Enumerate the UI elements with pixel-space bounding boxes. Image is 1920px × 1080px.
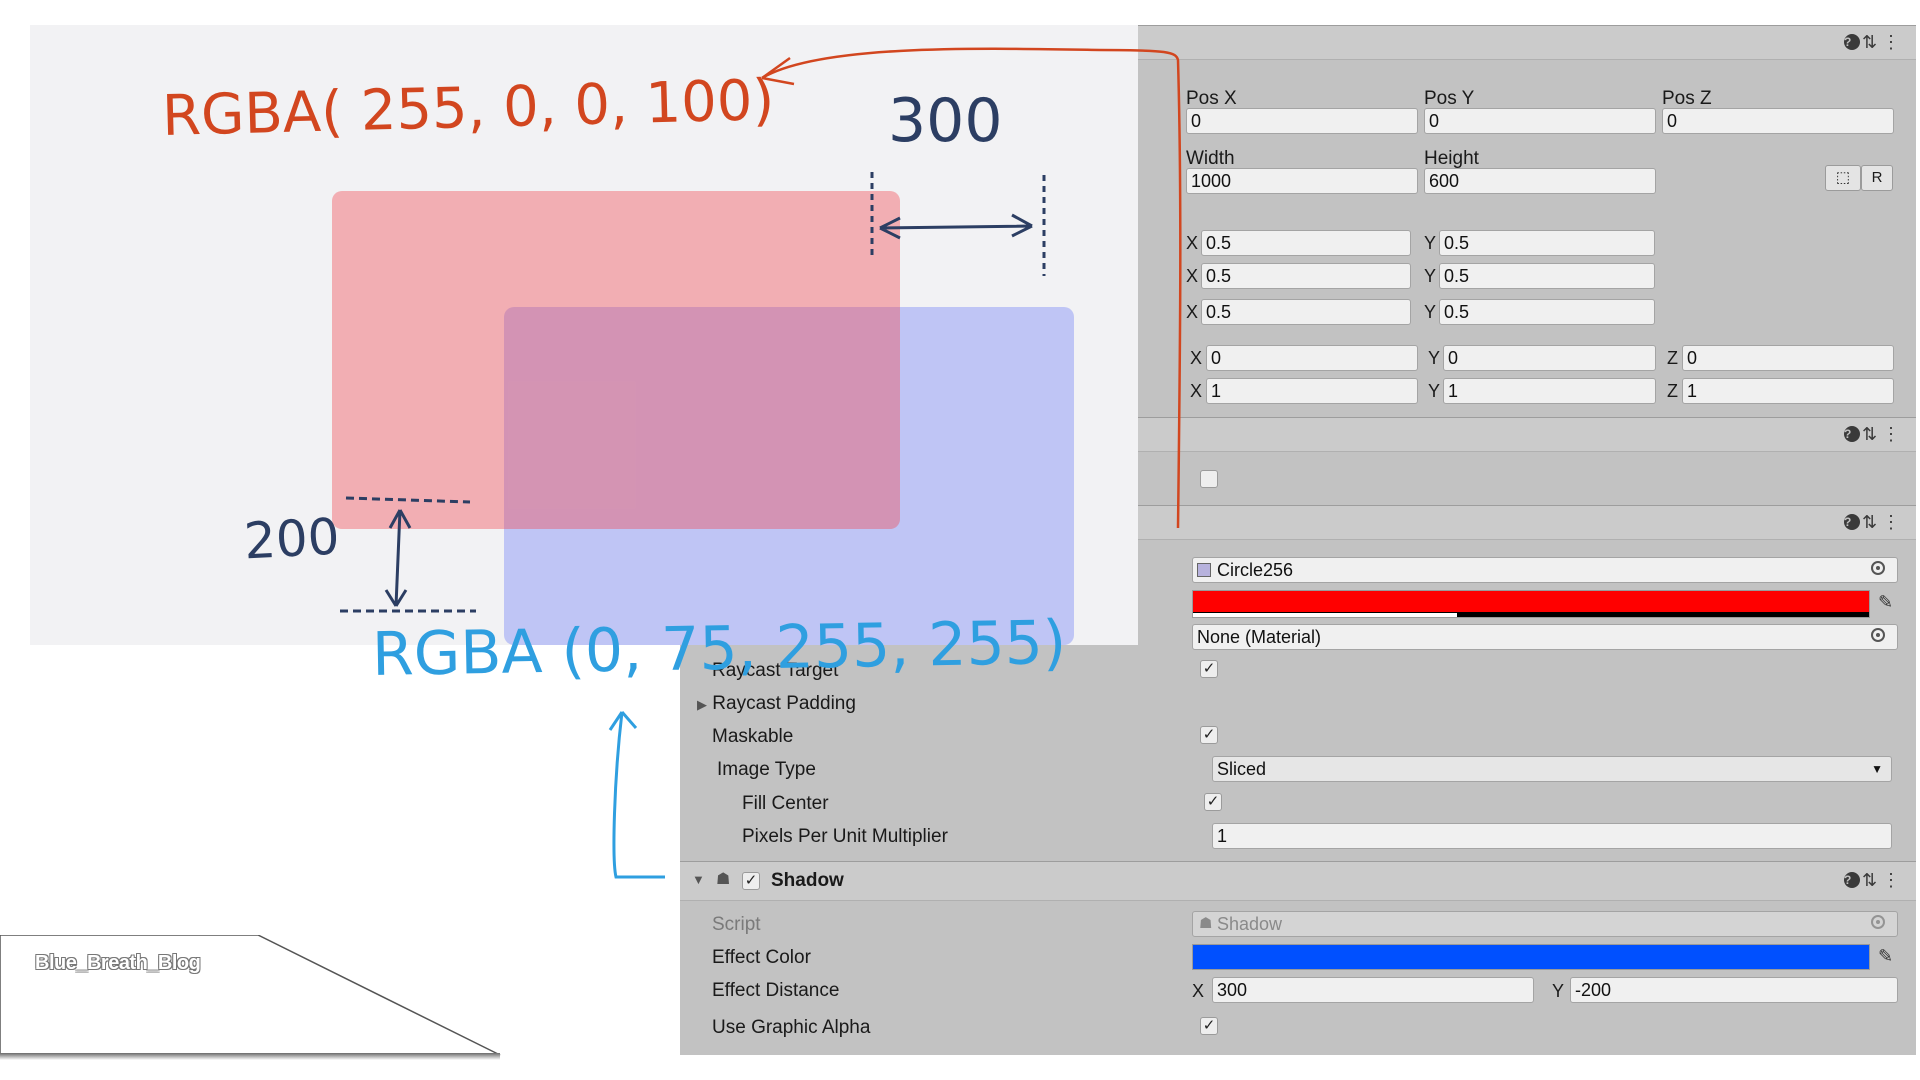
watermark-text: Blue_Breath_Blog <box>35 952 201 974</box>
vertical-offset-arrow <box>384 509 412 607</box>
horizontal-offset-arrow <box>879 213 1033 240</box>
dimension-line-top <box>345 496 471 504</box>
offset-y-annotation: 200 <box>242 507 341 571</box>
watermark-card: Blue_Breath_Blog <box>0 935 505 1060</box>
blue-arrow <box>608 711 665 879</box>
blue-rgba-annotation: RGBA (0, 75, 255, 255) <box>371 607 1067 691</box>
offset-x-annotation: 300 <box>888 86 1003 156</box>
